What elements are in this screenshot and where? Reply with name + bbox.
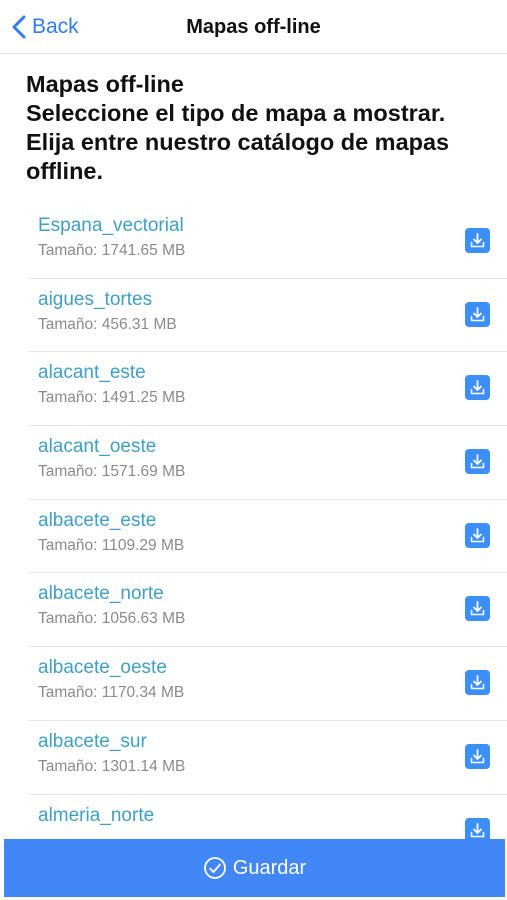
map-name: albacete_este: [38, 509, 157, 531]
download-icon: [470, 454, 485, 469]
map-size: Tamaño: 1571.69 MB: [38, 463, 186, 481]
map-name: alacant_oeste: [38, 436, 157, 458]
map-size: Tamaño: 456.31 MB: [38, 315, 177, 333]
download-button[interactable]: [465, 228, 490, 253]
map-name: albacete_norte: [38, 583, 164, 605]
download-icon: [470, 380, 485, 395]
map-size: Tamaño: 1491.25 MB: [38, 389, 186, 407]
download-button[interactable]: [465, 301, 490, 327]
map-list-item[interactable]: albacete_norte Tamaño: 1056.63 MB: [28, 573, 507, 648]
map-size: Tamaño: 1109.29 MB: [38, 536, 185, 554]
download-button[interactable]: [465, 670, 490, 696]
map-list-item[interactable]: alacant_este Tamaño: 1491.25 MB: [28, 352, 507, 427]
map-list-item[interactable]: almeria_norte: [28, 795, 507, 839]
header-line-title: Mapas off-line: [26, 71, 184, 97]
download-icon: [470, 527, 485, 543]
map-list-item[interactable]: albacete_oeste Tamaño: 1170.34 MB: [28, 647, 507, 721]
map-name: Espana_vectorial: [38, 215, 184, 236]
download-button[interactable]: [465, 522, 490, 548]
download-icon: [470, 601, 485, 616]
download-icon: [470, 306, 485, 321]
map-list-item[interactable]: aigues_tortes Tamaño: 456.31 MB: [28, 279, 507, 353]
page-title: Mapas off-line: [186, 16, 321, 38]
download-button[interactable]: [465, 743, 490, 769]
navigation-bar: Back Mapas off-line: [0, 0, 507, 54]
save-button[interactable]: Guardar: [4, 839, 505, 897]
map-list-item[interactable]: Espana_vectorial Tamaño: 1741.65 MB: [28, 205, 507, 279]
map-size: Tamaño: 1301.14 MB: [38, 757, 186, 775]
download-button[interactable]: [465, 817, 490, 839]
download-icon: [470, 822, 485, 837]
map-name: albacete_oeste: [38, 657, 167, 679]
map-size: Tamaño: 1741.65 MB: [38, 242, 186, 259]
map-size: Tamaño: 1056.63 MB: [38, 610, 186, 628]
header-description: Mapas off-line Seleccione el tipo de map…: [26, 70, 501, 186]
save-label: Guardar: [232, 856, 307, 879]
map-name: alacant_este: [38, 362, 146, 384]
download-button[interactable]: [465, 449, 490, 475]
map-name: albacete_sur: [38, 730, 147, 752]
download-button[interactable]: [465, 375, 490, 401]
map-list-item[interactable]: alacant_oeste Tamaño: 1571.69 MB: [28, 426, 507, 500]
check-circle-icon: [203, 857, 226, 879]
map-name: aigues_tortes: [38, 288, 153, 310]
map-list[interactable]: Espana_vectorial Tamaño: 1741.65 MB aigues…: [28, 205, 507, 839]
download-icon: [470, 233, 485, 248]
download-button[interactable]: [465, 596, 490, 622]
header-line-catalog: Elija entre nuestro catálogo de mapas of…: [26, 129, 450, 184]
map-name: almeria_norte: [38, 804, 155, 826]
download-icon: [470, 675, 485, 690]
map-list-item[interactable]: albacete_sur Tamaño: 1301.14 MB: [28, 721, 507, 795]
map-size: Tamaño: 1170.34 MB: [38, 684, 185, 702]
header-line-instruction: Seleccione el tipo de mapa a mostrar.: [26, 100, 446, 126]
download-icon: [470, 748, 485, 764]
map-list-item[interactable]: albacete_este Tamaño: 1109.29 MB: [28, 500, 507, 574]
